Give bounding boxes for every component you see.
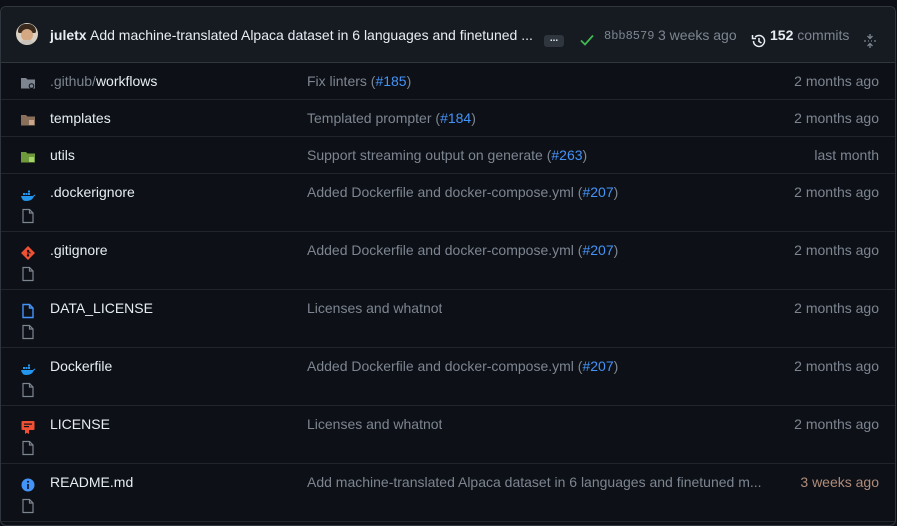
docker-icon [20,187,36,203]
commit-text: Add machine-translated Alpaca dataset in… [307,474,762,490]
commit-text: Licenses and whatnot [307,416,443,432]
commits-label: commits [797,27,850,43]
license-icon [20,419,36,435]
folder-icon [20,75,36,91]
folder-icon [20,149,36,165]
file-name: workflows [95,73,158,89]
file-name-link[interactable]: .gitignore [50,242,108,258]
history-icon[interactable] [751,33,767,52]
file-icon [20,266,36,282]
table-row[interactable]: templates Templated prompter (#184) 2 mo… [1,100,895,137]
file-age: 2 months ago [794,300,879,316]
commit-message[interactable]: Added Dockerfile and docker-compose.yml … [307,242,618,258]
file-name: DATA_LICENSE [50,300,153,316]
file-name: .dockerignore [50,184,135,200]
file-name: templates [50,110,111,126]
file-name-link[interactable]: LICENSE [50,416,110,432]
file-icon [20,324,36,340]
file-icon [20,208,36,224]
pr-link[interactable]: #207 [582,242,613,258]
commit-age: 3 weeks ago [658,27,737,43]
commit-message[interactable]: Licenses and whatnot [307,300,442,316]
commits-link[interactable]: 152 commits [770,27,849,43]
commit-message[interactable]: Licenses and whatnot [307,416,442,432]
pr-link[interactable]: #207 [582,358,613,374]
expand-commit-button[interactable]: ... [544,34,564,47]
commit-text-end: ) [613,242,619,258]
commit-message[interactable]: Fix linters (#185) [307,73,411,89]
file-age: 2 months ago [794,358,879,374]
commit-count: 152 [770,27,794,43]
commit-message[interactable]: Added Dockerfile and docker-compose.yml … [307,184,618,200]
table-row[interactable]: .github/workflows Fix linters (#185) 2 m… [1,63,895,100]
file-name: utils [50,147,75,163]
file-name: .gitignore [50,242,108,258]
file-age: 2 months ago [794,416,879,432]
pr-link[interactable]: #263 [551,147,582,163]
git-icon [20,245,36,261]
file-age: 2 months ago [794,184,879,200]
commit-text: Added Dockerfile and docker-compose.yml … [307,358,583,374]
file-name-link[interactable]: templates [50,110,111,126]
commit-text: Support streaming output on generate ( [307,147,552,163]
file-age: 2 months ago [794,242,879,258]
commit-message-link[interactable]: Add machine-translated Alpaca dataset in… [90,27,535,43]
file-name: README.md [50,474,134,490]
file-age: 2 months ago [794,73,879,89]
file-name-link[interactable]: .dockerignore [50,184,135,200]
file-age: last month [814,147,879,163]
commit-text: Licenses and whatnot [307,300,443,316]
file-age: 3 weeks ago [800,474,879,490]
document-icon [20,303,36,319]
table-row[interactable]: LICENSE Licenses and whatnot 2 months ag… [1,406,895,464]
commit-text: Added Dockerfile and docker-compose.yml … [307,184,583,200]
file-name-link[interactable]: utils [50,147,75,163]
latest-commit-bar: juletx Add machine-translated Alpaca dat… [1,7,895,63]
table-row[interactable]: .dockerignore Added Dockerfile and docke… [1,174,895,232]
commit-text-end: ) [582,147,588,163]
commit-author-link[interactable]: juletx [50,27,87,43]
table-row[interactable]: README.md Add machine-translated Alpaca … [1,464,895,522]
file-name: Dockerfile [50,358,113,374]
pr-link[interactable]: #185 [375,73,406,89]
file-browser: juletx Add machine-translated Alpaca dat… [0,6,896,526]
check-icon[interactable] [580,33,594,49]
commit-text-end: ) [613,358,619,374]
table-row[interactable]: utils Support streaming output on genera… [1,137,895,174]
pr-link[interactable]: #207 [582,184,613,200]
file-name-link[interactable]: DATA_LICENSE [50,300,153,316]
docker-icon [20,361,36,377]
commit-text: Added Dockerfile and docker-compose.yml … [307,242,583,258]
file-icon [20,382,36,398]
path-prefix: .github/ [50,73,96,89]
commit-message[interactable]: Templated prompter (#184) [307,110,476,126]
file-name-link[interactable]: .github/workflows [50,73,157,89]
folder-icon [20,112,36,128]
file-icon [20,498,36,514]
file-name-link[interactable]: Dockerfile [50,358,112,374]
commit-text-end: ) [471,110,476,126]
commit-text-end: ) [613,184,619,200]
file-name-link[interactable]: README.md [50,474,133,490]
table-row[interactable]: DATA_LICENSE Licenses and whatnot 2 mont… [1,290,895,348]
commit-text: Templated prompter ( [307,110,441,126]
commit-sha-link[interactable]: 8bb8579 [604,29,654,43]
file-icon [20,440,36,456]
info-icon [20,477,36,493]
file-age: 2 months ago [794,110,879,126]
table-row[interactable]: Dockerfile Added Dockerfile and docker-c… [1,348,895,406]
commit-text: Fix linters ( [307,73,376,89]
pr-link[interactable]: #184 [440,110,471,126]
unfold-icon[interactable] [863,33,877,52]
commit-message[interactable]: Added Dockerfile and docker-compose.yml … [307,358,618,374]
file-name: LICENSE [50,416,110,432]
avatar[interactable] [16,23,38,45]
commit-message[interactable]: Add machine-translated Alpaca dataset in… [307,474,762,490]
commit-text-end: ) [406,73,412,89]
table-row[interactable]: .gitignore Added Dockerfile and docker-c… [1,232,895,290]
commit-message[interactable]: Support streaming output on generate (#2… [307,147,587,163]
